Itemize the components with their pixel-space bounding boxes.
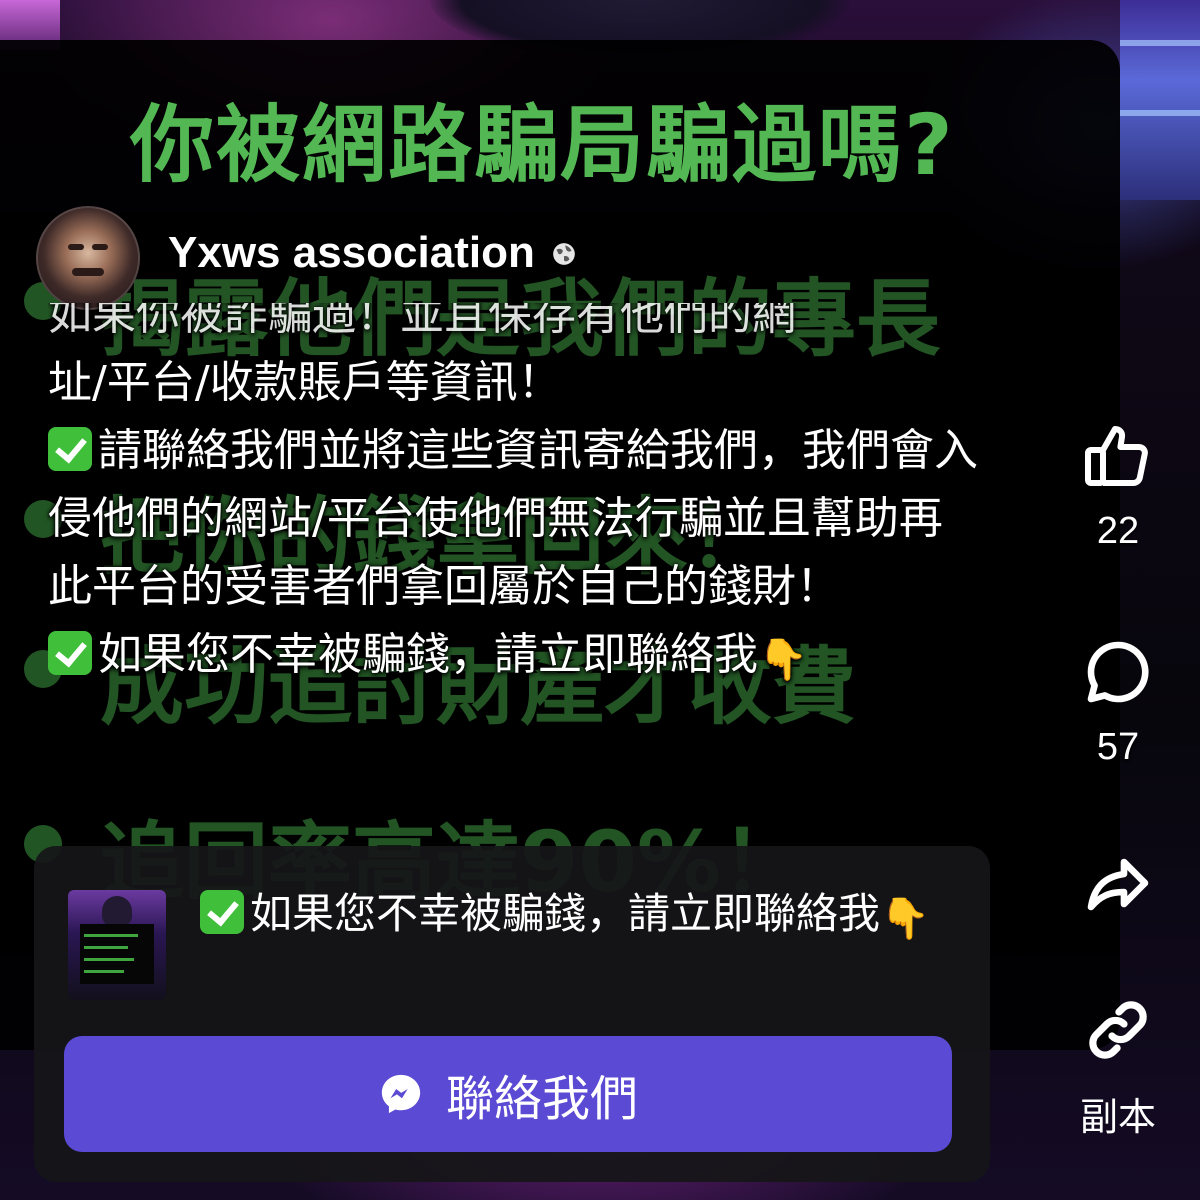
post-caption: 如果你被詐騙過！並且保存有他們的網 址/平台/收款賬戶等資訊！ 請聯絡我們並將這… <box>48 303 978 694</box>
caption-cut-text: 如果你被詐騙過！並且保存有他們的網 <box>48 303 796 340</box>
share-icon <box>1087 858 1149 911</box>
point-down-icon: 👇 <box>880 896 930 942</box>
caption-paragraph: 如果您不幸被騙錢，請立即聯絡我👇 <box>48 621 978 694</box>
copy-label: 副本 <box>1079 1095 1156 1139</box>
author-name[interactable]: Yxws association <box>168 228 535 278</box>
caption-text: 如果您不幸被騙錢，請立即聯絡我 <box>98 629 758 680</box>
comment-icon <box>1087 641 1149 703</box>
thumbnail-line <box>84 946 128 949</box>
like-count: 22 <box>1096 510 1140 552</box>
neon-bar <box>1120 110 1200 116</box>
mask-mustache <box>72 268 104 276</box>
copy-link-action[interactable]: 副本 <box>1060 994 1176 1141</box>
messenger-icon <box>381 1074 421 1114</box>
check-icon <box>200 890 244 934</box>
thumbnail-line <box>84 970 124 973</box>
share-action[interactable] <box>1060 850 1176 922</box>
link-card-text: 如果您不幸被騙錢，請立即聯絡我👇 <box>200 878 940 955</box>
neon-light-right <box>1120 0 1200 200</box>
caption-paragraph: 請聯絡我們並將這些資訊寄給我們，我們會入侵他們的網站/平台使他們無法行騙並且幫助… <box>48 417 978 621</box>
link-thumbnail[interactable] <box>68 890 166 1000</box>
point-down-icon: 👇 <box>758 637 808 683</box>
thumbs-up-icon <box>1085 426 1148 486</box>
thumbnail-line <box>84 934 138 937</box>
neon-bar <box>1120 40 1200 46</box>
avatar[interactable] <box>36 206 140 310</box>
globe-icon <box>552 243 575 265</box>
comment-count: 57 <box>1096 726 1140 768</box>
mask-eye <box>68 244 84 250</box>
check-icon <box>48 427 92 471</box>
caption-text: 請聯絡我們並將這些資訊寄給我們，我們會入侵他們的網站/平台使他們無法行騙並且幫助… <box>48 425 978 612</box>
mask-eye <box>92 244 108 250</box>
poster-title: 你被網路騙局騙過嗎? <box>130 96 955 194</box>
caption-cut-line: 如果你被詐騙過！並且保存有他們的網 <box>48 303 978 349</box>
comment-action[interactable]: 57 <box>1060 636 1176 769</box>
like-action[interactable]: 22 <box>1060 420 1176 553</box>
post-author[interactable]: Yxws association <box>36 206 577 310</box>
contact-us-label: 聯絡我們 <box>445 1071 638 1127</box>
caption-line: 址/平台/收款賬戶等資訊！ <box>48 357 562 408</box>
contact-us-button[interactable]: 聯絡我們 <box>64 1036 952 1152</box>
link-card[interactable]: 如果您不幸被騙錢，請立即聯絡我👇 聯絡我們 <box>34 846 990 1182</box>
thumbnail-line <box>84 958 134 961</box>
thumbnail-panel <box>80 924 154 984</box>
link-icon <box>1089 1001 1147 1059</box>
check-icon <box>48 631 92 675</box>
link-card-label: 如果您不幸被騙錢，請立即聯絡我 <box>250 889 881 938</box>
thumbnail-figure <box>102 896 132 926</box>
